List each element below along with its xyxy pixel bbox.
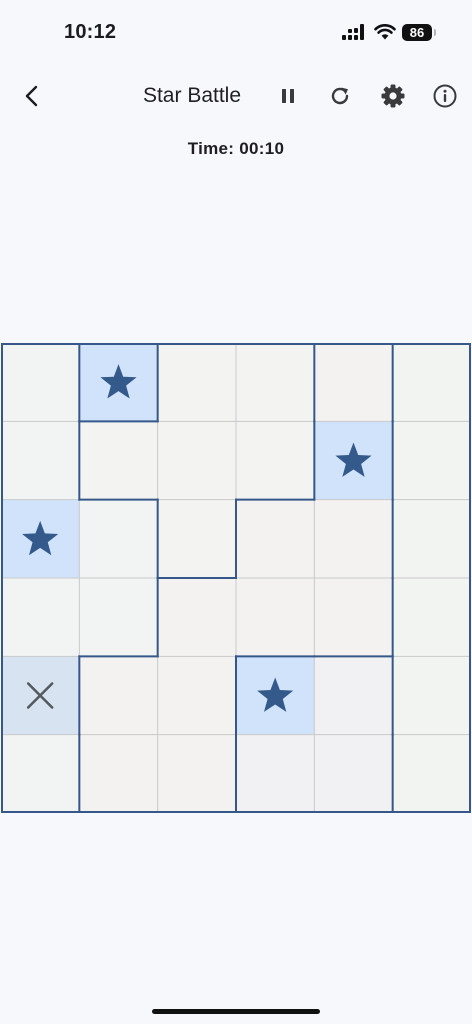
nav-bar: Star Battle <box>0 70 472 122</box>
battery-indicator: 86 <box>402 23 436 41</box>
pause-icon <box>282 89 294 103</box>
board-grid <box>1 343 471 813</box>
board-cell-r4-c5[interactable] <box>392 656 471 735</box>
pause-button[interactable] <box>272 80 304 112</box>
status-time: 10:12 <box>64 21 117 43</box>
board-cell-r5-c1[interactable] <box>79 734 158 813</box>
status-icons: 86 <box>342 22 436 42</box>
game-board <box>1 343 471 813</box>
info-button[interactable] <box>429 80 461 112</box>
settings-gear-icon <box>381 84 405 108</box>
wifi-icon <box>374 24 396 40</box>
settings-button[interactable] <box>377 80 409 112</box>
board-cell-r4-c2[interactable] <box>157 656 236 735</box>
board-cell-r5-c2[interactable] <box>157 734 236 813</box>
board-cell-r3-c1[interactable] <box>79 578 158 657</box>
board-cell-r1-c1[interactable] <box>79 421 158 500</box>
board-cell-r2-c4[interactable] <box>314 499 393 578</box>
board-cell-r5-c5[interactable] <box>392 734 471 813</box>
board-cell-r1-c2[interactable] <box>157 421 236 500</box>
board-cell-r1-c5[interactable] <box>392 421 471 500</box>
board-cell-r0-c4[interactable] <box>314 343 393 422</box>
board-cell-r2-c1[interactable] <box>79 499 158 578</box>
board-cell-r4-c1[interactable] <box>79 656 158 735</box>
board-cell-r2-c5[interactable] <box>392 499 471 578</box>
info-icon <box>433 84 457 108</box>
board-cell-r3-c2[interactable] <box>157 578 236 657</box>
board-cell-r5-c0[interactable] <box>1 734 80 813</box>
board-cell-r3-c5[interactable] <box>392 578 471 657</box>
board-cell-r0-c5[interactable] <box>392 343 471 422</box>
board-cell-r5-c4[interactable] <box>314 734 393 813</box>
board-cell-r2-c3[interactable] <box>236 499 315 578</box>
board-cell-r4-c4[interactable] <box>314 656 393 735</box>
board-cell-r0-c2[interactable] <box>157 343 236 422</box>
board-cell-r0-c3[interactable] <box>236 343 315 422</box>
restart-button[interactable] <box>324 80 356 112</box>
board-cell-r3-c3[interactable] <box>236 578 315 657</box>
restart-icon <box>331 87 349 105</box>
status-bar: 10:12 86 <box>0 0 472 64</box>
board-cell-r0-c0[interactable] <box>1 343 80 422</box>
board-cell-r3-c0[interactable] <box>1 578 80 657</box>
home-indicator <box>152 1009 320 1014</box>
board-cell-r2-c2[interactable] <box>157 499 236 578</box>
battery-level: 86 <box>409 24 425 40</box>
cellular-signal-icon <box>342 24 364 40</box>
board-cell-r3-c4[interactable] <box>314 578 393 657</box>
game-timer: Time: 00:10 <box>187 139 285 158</box>
board-cell-r1-c0[interactable] <box>1 421 80 500</box>
board-cell-r1-c3[interactable] <box>236 421 315 500</box>
board-cell-r5-c3[interactable] <box>236 734 315 813</box>
